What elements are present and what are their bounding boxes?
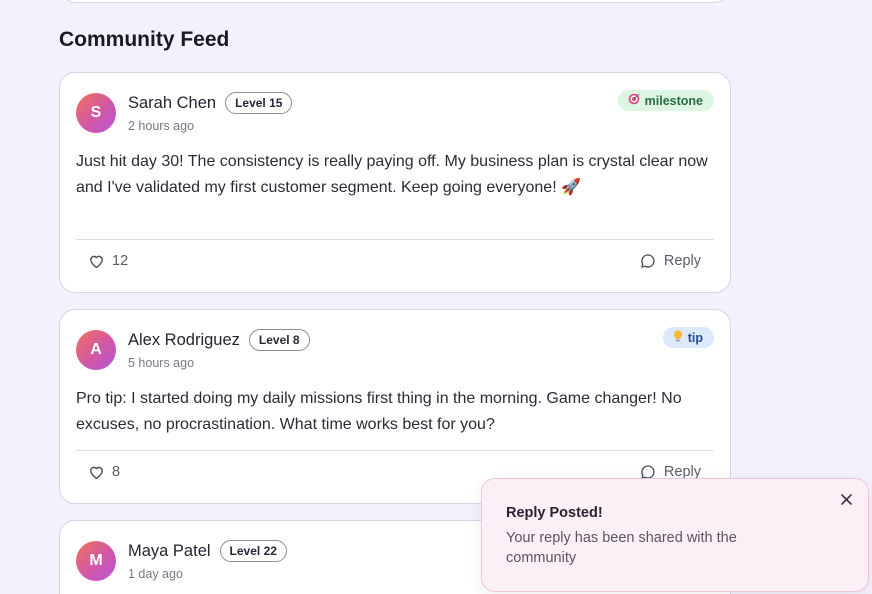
author-row: Alex Rodriguez Level 8 bbox=[128, 329, 310, 351]
level-badge: Level 22 bbox=[219, 540, 287, 562]
tag-label: milestone bbox=[644, 93, 703, 108]
toast-message: Your reply has been shared with the comm… bbox=[506, 530, 737, 566]
tip-tag: tip bbox=[662, 327, 714, 348]
post-body: Pro tip: I started doing my daily missio… bbox=[76, 390, 682, 433]
page: Community Feed S Sarah Chen Level 15 2 h… bbox=[0, 0, 872, 594]
post-timestamp: 1 day ago bbox=[128, 567, 183, 581]
divider bbox=[76, 450, 714, 451]
author-name[interactable]: Alex Rodriguez bbox=[128, 331, 240, 350]
post-card: A Alex Rodriguez Level 8 5 hours ago tip… bbox=[59, 309, 731, 504]
heart-icon bbox=[90, 255, 103, 269]
milestone-tag: milestone bbox=[617, 90, 714, 111]
avatar[interactable]: S bbox=[76, 93, 116, 133]
reply-button[interactable]: Reply bbox=[640, 253, 701, 269]
comment-icon bbox=[641, 254, 655, 268]
like-button[interactable]: 12 bbox=[88, 253, 128, 269]
avatar[interactable]: A bbox=[76, 330, 116, 370]
level-badge: Level 8 bbox=[248, 329, 310, 351]
author-name[interactable]: Maya Patel bbox=[128, 542, 211, 561]
like-button[interactable]: 8 bbox=[88, 464, 120, 480]
close-icon[interactable] bbox=[838, 491, 854, 507]
post-card: S Sarah Chen Level 15 2 hours ago milest… bbox=[59, 72, 731, 293]
divider bbox=[76, 239, 714, 240]
previous-card bbox=[60, 0, 730, 3]
level-badge: Level 15 bbox=[225, 92, 293, 114]
like-count: 8 bbox=[112, 464, 121, 480]
reply-label: Reply bbox=[663, 253, 701, 269]
author-row: Sarah Chen Level 15 bbox=[128, 92, 293, 114]
tag-label: tip bbox=[687, 330, 703, 345]
avatar[interactable]: M bbox=[76, 541, 116, 581]
post-timestamp: 5 hours ago bbox=[128, 356, 195, 370]
author-name[interactable]: Sarah Chen bbox=[128, 94, 216, 113]
post-body: Just hit day 30! The consistency is real… bbox=[76, 153, 708, 196]
lightbulb-icon bbox=[673, 330, 683, 345]
like-count: 12 bbox=[112, 253, 129, 269]
toast-title: Reply Posted! bbox=[506, 505, 603, 521]
post-timestamp: 2 hours ago bbox=[128, 119, 195, 133]
target-icon bbox=[628, 93, 640, 108]
feed-title: Community Feed bbox=[59, 28, 230, 51]
toast-notification: Reply Posted! Your reply has been shared… bbox=[481, 478, 869, 592]
heart-icon bbox=[90, 466, 103, 480]
author-row: Maya Patel Level 22 bbox=[128, 540, 287, 562]
